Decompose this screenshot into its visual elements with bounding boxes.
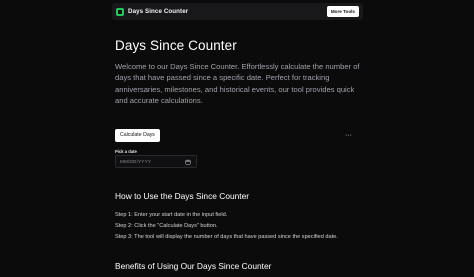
brand-name: Days Since Counter bbox=[128, 8, 189, 15]
top-navbar: Days Since Counter More Tools bbox=[112, 3, 363, 20]
howto-steps: Step 1: Enter your start date in the inp… bbox=[115, 210, 338, 242]
more-tools-button[interactable]: More Tools bbox=[326, 6, 359, 17]
app-logo-icon bbox=[116, 7, 124, 16]
step-item: Step 1: Enter your start date in the inp… bbox=[115, 212, 228, 218]
page-title: Days Since Counter bbox=[115, 38, 237, 53]
date-input[interactable]: MM/DD/YYYY bbox=[115, 155, 197, 168]
howto-heading: How to Use the Days Since Counter bbox=[115, 191, 250, 201]
date-field-label: Pick a date bbox=[115, 149, 137, 154]
calculate-days-button[interactable]: Calculate Days bbox=[115, 129, 160, 142]
brand[interactable]: Days Since Counter bbox=[116, 7, 189, 16]
step-item: Step 2: Click the "Calculate Days" butto… bbox=[115, 222, 218, 229]
step-item: Step 3: The tool will display the number… bbox=[115, 233, 338, 240]
more-dots-icon[interactable]: ··· bbox=[345, 129, 352, 142]
benefits-heading: Benefits of Using Our Days Since Counter bbox=[115, 261, 272, 271]
intro-paragraph: Welcome to our Days Since Counter. Effor… bbox=[115, 62, 360, 106]
calendar-icon[interactable] bbox=[185, 159, 191, 165]
date-placeholder: MM/DD/YYYY bbox=[120, 159, 152, 164]
page: Days Since Counter More Tools Days Since… bbox=[0, 0, 474, 277]
